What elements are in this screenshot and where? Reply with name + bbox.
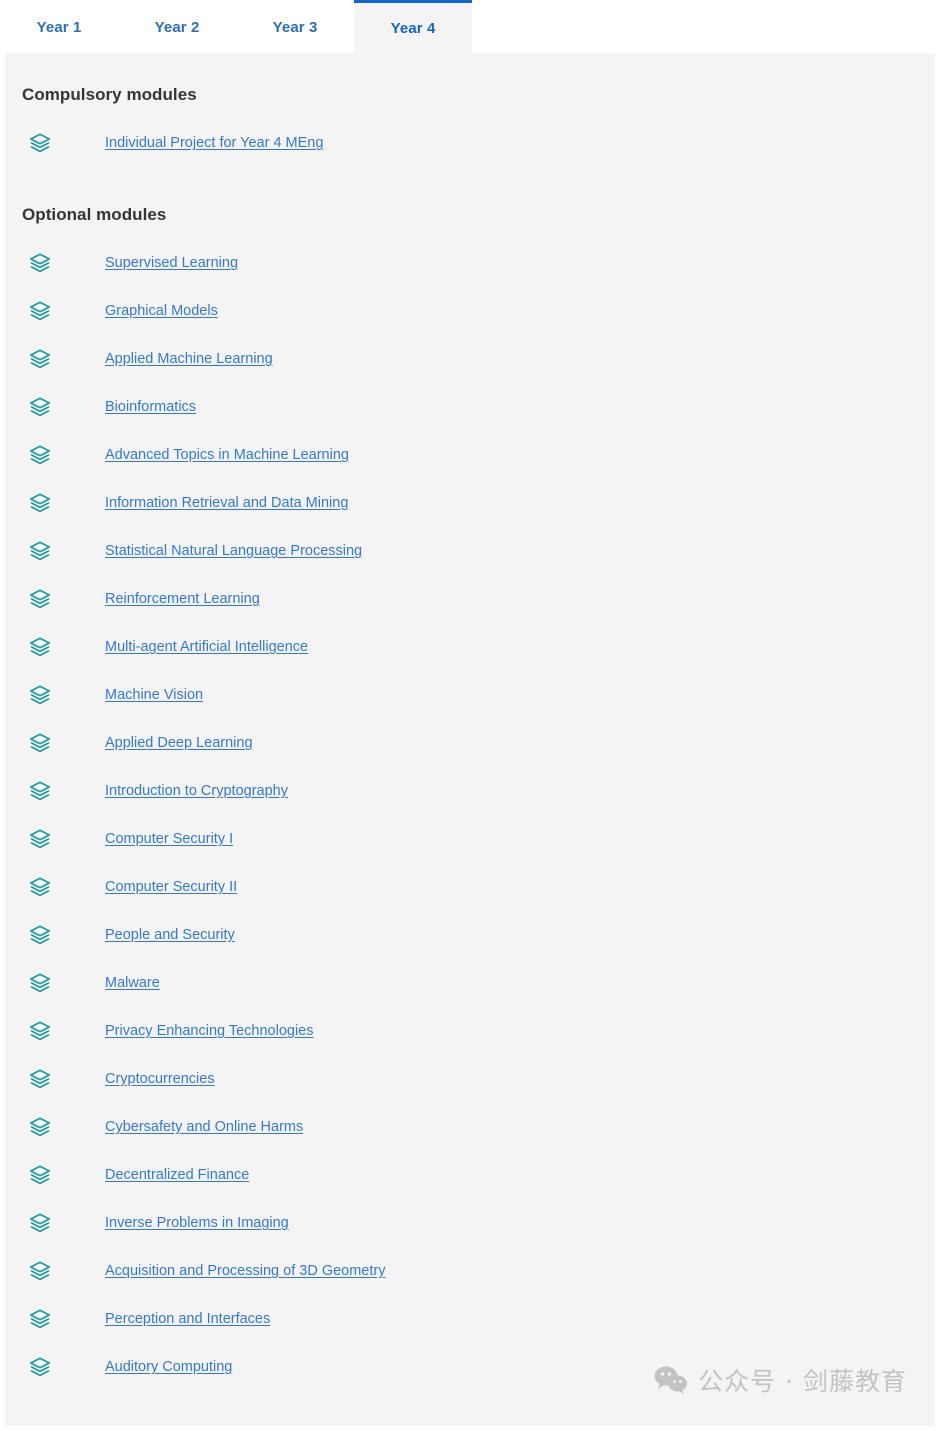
optional-module-link[interactable]: Inverse Problems in Imaging <box>105 1213 289 1233</box>
layers-stack-icon <box>29 444 78 466</box>
list-item: Computer Security I <box>5 828 935 850</box>
list-item: Applied Machine Learning <box>5 348 935 370</box>
year-tab-bar: Year 1 Year 2 Year 3 Year 4 <box>0 0 940 53</box>
layers-stack-icon <box>29 1164 78 1186</box>
layers-stack-icon <box>29 780 78 802</box>
optional-module-link[interactable]: Information Retrieval and Data Mining <box>105 493 348 513</box>
layers-stack-icon <box>29 492 78 514</box>
list-item: Auditory Computing <box>5 1356 935 1378</box>
compulsory-modules-heading: Compulsory modules <box>22 85 197 104</box>
list-item: Perception and Interfaces <box>5 1308 935 1330</box>
list-item: Advanced Topics in Machine Learning <box>5 444 935 466</box>
optional-module-link[interactable]: Graphical Models <box>105 301 218 321</box>
layers-stack-icon <box>29 252 78 274</box>
layers-stack-icon <box>29 636 78 658</box>
compulsory-modules-list: Individual Project for Year 4 MEng <box>5 132 935 154</box>
list-item: Computer Security II <box>5 876 935 898</box>
optional-module-link[interactable]: Statistical Natural Language Processing <box>105 541 362 561</box>
layers-stack-icon <box>29 1260 78 1282</box>
list-item: Applied Deep Learning <box>5 732 935 754</box>
layers-stack-icon <box>29 300 78 322</box>
tab-year-2[interactable]: Year 2 <box>118 0 236 53</box>
optional-module-link[interactable]: Bioinformatics <box>105 397 196 417</box>
optional-module-link[interactable]: Cybersafety and Online Harms <box>105 1117 303 1137</box>
optional-module-link[interactable]: Machine Vision <box>105 685 203 705</box>
list-item: Introduction to Cryptography <box>5 780 935 802</box>
layers-stack-icon <box>29 1020 78 1042</box>
tab-year-4[interactable]: Year 4 <box>354 0 472 53</box>
layers-stack-icon <box>29 396 78 418</box>
layers-stack-icon <box>29 828 78 850</box>
layers-stack-icon <box>29 1116 78 1138</box>
optional-module-link[interactable]: Cryptocurrencies <box>105 1069 215 1089</box>
optional-module-link[interactable]: Perception and Interfaces <box>105 1309 270 1329</box>
tab-year-3[interactable]: Year 3 <box>236 0 354 53</box>
layers-stack-icon <box>29 876 78 898</box>
tab-year-1-label: Year 1 <box>36 19 82 36</box>
module-year-tabs-page: Year 1 Year 2 Year 3 Year 4 Compulsory m… <box>0 0 940 1431</box>
list-item: Information Retrieval and Data Mining <box>5 492 935 514</box>
list-item: Cryptocurrencies <box>5 1068 935 1090</box>
list-item: Inverse Problems in Imaging <box>5 1212 935 1234</box>
compulsory-module-link[interactable]: Individual Project for Year 4 MEng <box>105 133 323 153</box>
layers-stack-icon <box>29 1212 78 1234</box>
layers-stack-icon <box>29 1308 78 1330</box>
layers-stack-icon <box>29 684 78 706</box>
optional-module-link[interactable]: Advanced Topics in Machine Learning <box>105 445 349 465</box>
optional-module-link[interactable]: People and Security <box>105 925 235 945</box>
tab-year-4-label: Year 4 <box>390 19 436 37</box>
list-item: Cybersafety and Online Harms <box>5 1116 935 1138</box>
layers-stack-icon <box>29 348 78 370</box>
tab-year-2-label: Year 2 <box>154 19 200 36</box>
optional-module-link[interactable]: Multi-agent Artificial Intelligence <box>105 637 308 657</box>
optional-module-link[interactable]: Introduction to Cryptography <box>105 781 288 801</box>
list-item: Acquisition and Processing of 3D Geometr… <box>5 1260 935 1282</box>
layers-stack-icon <box>29 1356 78 1378</box>
year-4-modules-panel: Compulsory modules Individual Project fo… <box>5 53 935 1426</box>
layers-stack-icon <box>29 924 78 946</box>
layers-stack-icon <box>29 132 78 154</box>
optional-module-link[interactable]: Computer Security II <box>105 877 237 897</box>
layers-stack-icon <box>29 540 78 562</box>
optional-module-link[interactable]: Acquisition and Processing of 3D Geometr… <box>105 1261 385 1281</box>
optional-module-link[interactable]: Applied Machine Learning <box>105 349 273 369</box>
list-item: Malware <box>5 972 935 994</box>
list-item: Bioinformatics <box>5 396 935 418</box>
optional-module-link[interactable]: Privacy Enhancing Technologies <box>105 1021 314 1041</box>
optional-module-link[interactable]: Decentralized Finance <box>105 1165 249 1185</box>
optional-module-link[interactable]: Auditory Computing <box>105 1357 232 1377</box>
list-item: Decentralized Finance <box>5 1164 935 1186</box>
list-item: Machine Vision <box>5 684 935 706</box>
optional-module-link[interactable]: Applied Deep Learning <box>105 733 253 753</box>
layers-stack-icon <box>29 1068 78 1090</box>
optional-module-link[interactable]: Computer Security I <box>105 829 233 849</box>
list-item: Privacy Enhancing Technologies <box>5 1020 935 1042</box>
list-item: Supervised Learning <box>5 252 935 274</box>
list-item: Individual Project for Year 4 MEng <box>5 132 935 154</box>
tab-year-1[interactable]: Year 1 <box>0 0 118 53</box>
list-item: Graphical Models <box>5 300 935 322</box>
layers-stack-icon <box>29 732 78 754</box>
optional-module-link[interactable]: Reinforcement Learning <box>105 589 260 609</box>
optional-module-link[interactable]: Malware <box>105 973 160 993</box>
layers-stack-icon <box>29 588 78 610</box>
optional-modules-heading: Optional modules <box>22 205 167 224</box>
tab-year-3-label: Year 3 <box>272 19 318 36</box>
list-item: Statistical Natural Language Processing <box>5 540 935 562</box>
layers-stack-icon <box>29 972 78 994</box>
optional-module-link[interactable]: Supervised Learning <box>105 253 238 273</box>
list-item: Reinforcement Learning <box>5 588 935 610</box>
optional-modules-list: Supervised Learning Graphical Models Appli… <box>5 252 935 1404</box>
list-item: People and Security <box>5 924 935 946</box>
list-item: Multi-agent Artificial Intelligence <box>5 636 935 658</box>
